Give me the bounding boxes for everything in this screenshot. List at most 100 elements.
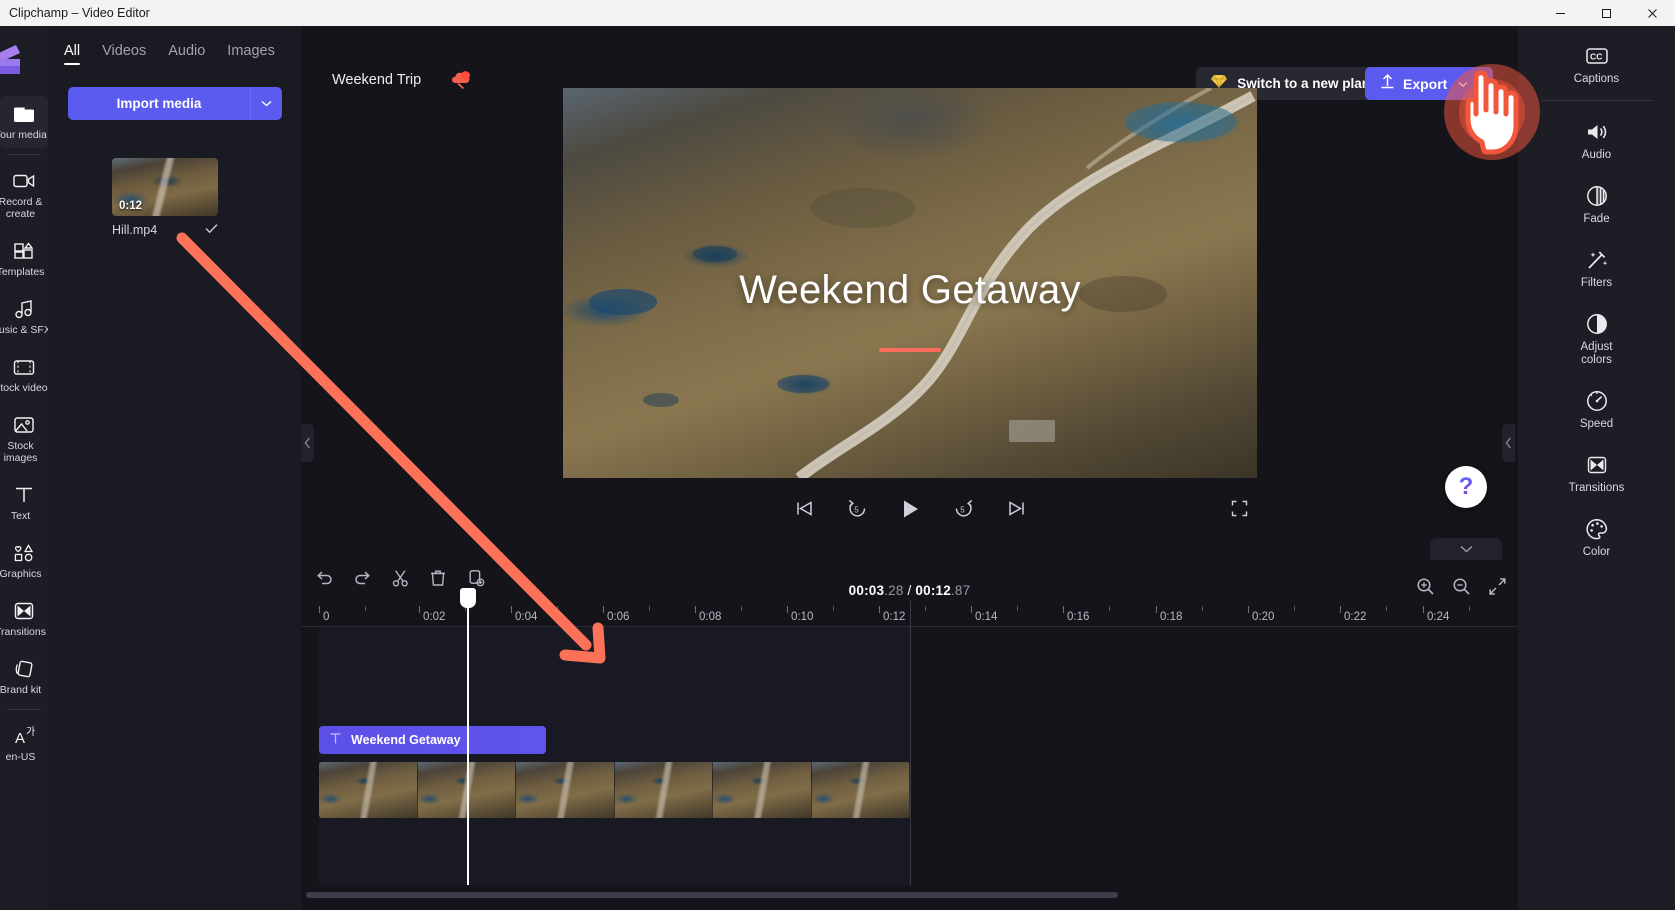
sidebar-item-language[interactable]: A가 en-US xyxy=(0,718,48,770)
tab-all[interactable]: All xyxy=(64,43,81,65)
ruler-minor-tick xyxy=(833,606,834,611)
properties-item-color[interactable]: Color xyxy=(1518,507,1675,568)
maximize-button[interactable] xyxy=(1583,0,1629,26)
timeline-horizontal-scrollbar[interactable] xyxy=(301,889,1518,901)
sidebar-item-stock-video[interactable]: Stock video xyxy=(0,349,48,401)
switch-plan-label: Switch to a new plan xyxy=(1237,76,1370,91)
sidebar-item-label: Stock video xyxy=(0,382,48,394)
ruler-minor-tick xyxy=(925,606,926,611)
media-library-panel: All Videos Audio Images Import media 0:1… xyxy=(48,26,301,910)
collapse-preview-handle[interactable] xyxy=(1430,538,1502,560)
ruler-tick-label: 0:14 xyxy=(975,611,998,623)
sidebar-item-music-sfx[interactable]: Music & SFX xyxy=(0,291,48,343)
properties-item-audio[interactable]: Audio xyxy=(1518,110,1675,171)
speedometer-icon xyxy=(1585,389,1609,413)
sidebar-item-label: en-US xyxy=(5,751,36,763)
collapse-properties-panel-handle[interactable] xyxy=(1502,424,1515,462)
sidebar-item-brand-kit[interactable]: Brand kit xyxy=(0,651,48,703)
svg-text:가: 가 xyxy=(26,726,35,738)
ruler-minor-tick xyxy=(1386,606,1387,611)
close-button[interactable] xyxy=(1629,0,1675,26)
ruler-minor-tick xyxy=(741,606,742,611)
play-button[interactable] xyxy=(897,498,923,524)
scrollbar-thumb[interactable] xyxy=(306,892,1118,898)
sidebar-item-record-create[interactable]: Record & create xyxy=(0,163,48,227)
export-button[interactable]: Export xyxy=(1365,67,1493,100)
clip-frame-thumbnail xyxy=(713,762,812,818)
sidebar-item-label: Music & SFX xyxy=(0,324,48,336)
rail-divider xyxy=(7,709,41,710)
sidebar-item-stock-images[interactable]: Stock images xyxy=(0,407,48,471)
fullscreen-button[interactable] xyxy=(1226,498,1252,524)
ruler-minor-tick xyxy=(557,606,558,611)
svg-text:A: A xyxy=(15,730,25,746)
ruler-tick-label: 0:08 xyxy=(699,611,722,623)
collapse-media-panel-handle[interactable] xyxy=(301,424,314,462)
sidebar-item-label: Text xyxy=(10,510,31,522)
properties-rail-divider xyxy=(1540,100,1653,101)
tab-videos[interactable]: Videos xyxy=(102,43,146,65)
rewind-5-seconds-button[interactable]: 5 xyxy=(844,498,870,524)
timeline-toolbar: 00:03.28 / 00:12.87 xyxy=(301,563,1518,600)
properties-item-fade[interactable]: Fade xyxy=(1518,174,1675,235)
zoom-in-button[interactable] xyxy=(1413,577,1437,601)
import-media-button[interactable]: Import media xyxy=(68,87,250,120)
svg-text:CC: CC xyxy=(1590,52,1602,62)
text-t-icon xyxy=(329,732,342,748)
ruler-minor-tick xyxy=(1469,606,1470,611)
chevron-down-icon xyxy=(261,99,272,109)
film-strip-icon xyxy=(13,356,35,378)
properties-item-speed[interactable]: Speed xyxy=(1518,379,1675,440)
tab-images[interactable]: Images xyxy=(227,43,275,65)
ruler-minor-tick xyxy=(1109,606,1110,611)
clip-frame-thumbnail xyxy=(811,762,910,818)
sidebar-item-text[interactable]: Text xyxy=(0,477,48,529)
help-button[interactable]: ? xyxy=(1445,466,1487,508)
current-time: 00:03 xyxy=(848,583,885,598)
properties-item-filters[interactable]: Filters xyxy=(1518,238,1675,299)
media-filter-tabs: All Videos Audio Images xyxy=(64,43,275,65)
minimize-button[interactable] xyxy=(1537,0,1583,26)
video-preview[interactable]: Weekend Getaway xyxy=(563,88,1257,478)
clip-frame-thumbnail xyxy=(319,762,418,818)
project-title[interactable]: Weekend Trip xyxy=(332,72,421,88)
properties-item-captions[interactable]: CC Captions xyxy=(1518,34,1675,95)
playhead-handle[interactable] xyxy=(460,588,476,608)
sidebar-item-label: Brand kit xyxy=(0,684,42,696)
properties-item-adjust-colors[interactable]: Adjust colors xyxy=(1518,302,1675,376)
sidebar-item-templates[interactable]: Templates xyxy=(0,233,48,285)
properties-item-transitions[interactable]: Transitions xyxy=(1518,443,1675,504)
fit-to-timeline-button[interactable] xyxy=(1485,577,1509,601)
ruler-minor-tick xyxy=(649,606,650,611)
media-asset-name: Hill.mp4 xyxy=(112,223,158,237)
media-asset-card[interactable]: 0:12 Hill.mp4 xyxy=(112,158,218,237)
speaker-icon xyxy=(1585,120,1609,144)
skip-to-start-button[interactable] xyxy=(791,498,817,524)
ruler-tick: 0:22 xyxy=(1340,606,1366,623)
timecode-separator: / xyxy=(903,583,916,598)
tab-audio[interactable]: Audio xyxy=(168,43,205,65)
properties-item-label: Fade xyxy=(1583,213,1610,225)
properties-item-label: Transitions xyxy=(1568,482,1625,494)
import-media-dropdown[interactable] xyxy=(250,87,282,120)
sidebar-item-transitions[interactable]: Transitions xyxy=(0,593,48,645)
fade-icon xyxy=(1585,184,1609,208)
zoom-out-button[interactable] xyxy=(1449,577,1473,601)
timeline-video-clip[interactable] xyxy=(319,762,910,818)
timeline-text-clip[interactable]: Weekend Getaway xyxy=(319,726,546,754)
clipchamp-window: Clipchamp – Video Editor our media Recor… xyxy=(0,0,1675,910)
timeline-playhead[interactable] xyxy=(460,588,476,885)
timeline-active-region xyxy=(319,627,910,885)
rail-divider xyxy=(7,154,41,155)
ruler-tick-label: 0:06 xyxy=(607,611,630,623)
window-titlebar: Clipchamp – Video Editor xyxy=(0,0,1675,26)
sidebar-item-graphics[interactable]: Graphics xyxy=(0,535,48,587)
timecode-display: 00:03.28 / 00:12.87 xyxy=(301,583,1518,598)
forward-5-seconds-button[interactable]: 5 xyxy=(950,498,976,524)
skip-to-end-button[interactable] xyxy=(1003,498,1029,524)
timeline-end-marker xyxy=(910,600,911,885)
ruler-tick-label: 0:20 xyxy=(1252,611,1275,623)
sidebar-item-your-media[interactable]: Your media xyxy=(0,96,48,148)
properties-rail-list: CC Captions Audio Fade Filters Adjust co… xyxy=(1518,34,1675,571)
preview-overlay-underline xyxy=(879,348,941,352)
